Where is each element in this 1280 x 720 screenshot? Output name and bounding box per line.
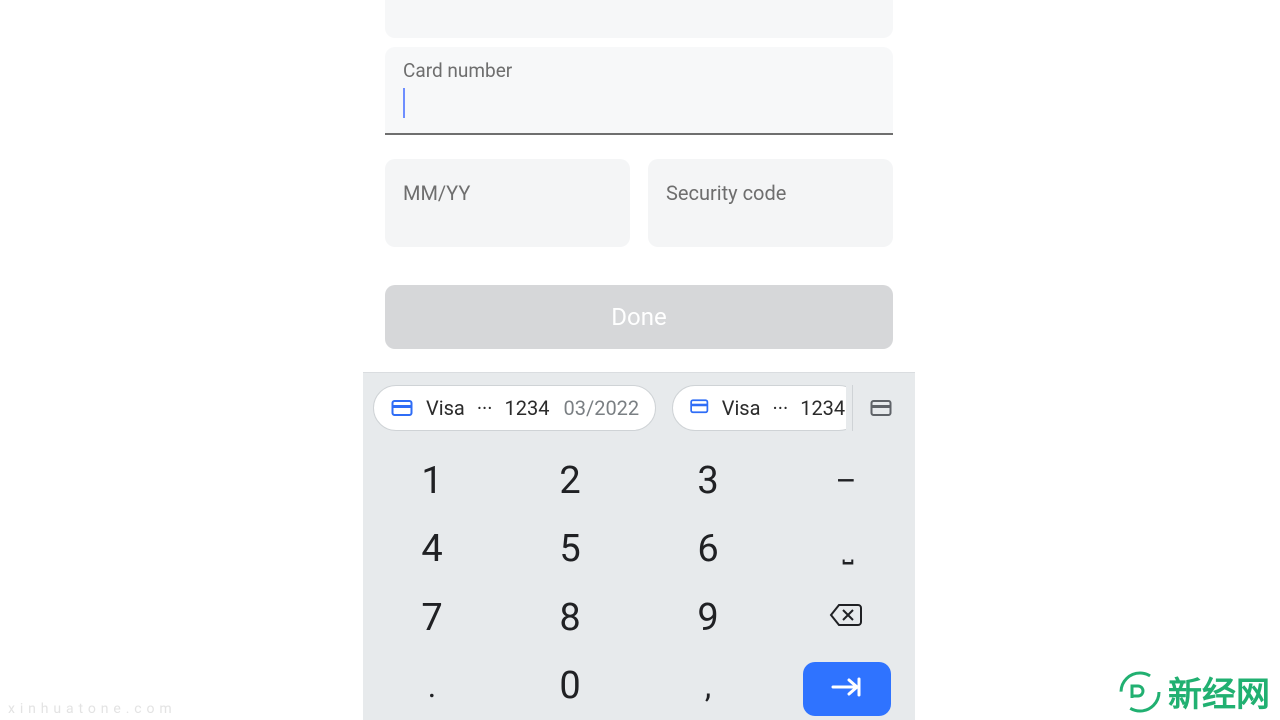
chip-expiry: 03/2022 bbox=[563, 396, 639, 420]
key-backspace[interactable] bbox=[777, 584, 915, 652]
chip-brand: Visa bbox=[426, 396, 465, 420]
key-9[interactable]: 9 bbox=[639, 584, 777, 652]
chip-last4: 1234 bbox=[505, 396, 550, 420]
done-button[interactable]: Done bbox=[385, 285, 893, 349]
watermark-logo-icon bbox=[1118, 670, 1162, 714]
autofill-strip: Visa ··· 1234 03/2022 Visa ··· 1234 bbox=[363, 378, 915, 438]
keyboard-card-settings-button[interactable] bbox=[857, 385, 905, 431]
space-bracket-icon: ⎵ bbox=[842, 532, 849, 566]
name-on-card-field[interactable] bbox=[385, 0, 893, 38]
key-period[interactable]: . bbox=[363, 652, 501, 720]
key-5[interactable]: 5 bbox=[501, 515, 639, 583]
key-go[interactable] bbox=[803, 662, 891, 716]
key-0[interactable]: 0 bbox=[501, 652, 639, 720]
chip-dots: ··· bbox=[477, 396, 493, 420]
text-caret bbox=[403, 88, 405, 118]
security-code-placeholder: Security code bbox=[666, 181, 786, 205]
card-number-label: Card number bbox=[403, 59, 875, 82]
key-7[interactable]: 7 bbox=[363, 584, 501, 652]
watermark-text: 新经网 bbox=[1168, 667, 1270, 716]
key-1[interactable]: 1 bbox=[363, 447, 501, 515]
credit-card-icon bbox=[869, 396, 893, 420]
key-space[interactable]: ⎵ bbox=[777, 515, 915, 583]
autofill-chip[interactable]: Visa ··· 1234 bbox=[672, 385, 846, 431]
key-dash[interactable]: – bbox=[777, 447, 915, 515]
key-2[interactable]: 2 bbox=[501, 447, 639, 515]
chip-dots: ··· bbox=[773, 396, 789, 420]
chip-brand: Visa bbox=[722, 396, 761, 420]
key-comma[interactable]: , bbox=[639, 652, 777, 720]
watermark-logo: 新经网 bbox=[1118, 667, 1270, 716]
done-label: Done bbox=[611, 303, 666, 331]
card-number-field[interactable]: Card number bbox=[385, 47, 893, 135]
credit-card-icon bbox=[689, 396, 710, 420]
credit-card-icon bbox=[390, 396, 414, 420]
security-code-field[interactable]: Security code bbox=[648, 159, 893, 247]
autofill-divider bbox=[852, 385, 853, 431]
key-3[interactable]: 3 bbox=[639, 447, 777, 515]
watermark-url: xinhuatone.com bbox=[8, 701, 177, 717]
expiry-field[interactable]: MM/YY bbox=[385, 159, 630, 247]
expiry-placeholder: MM/YY bbox=[403, 181, 470, 205]
key-6[interactable]: 6 bbox=[639, 515, 777, 583]
backspace-icon bbox=[828, 599, 864, 637]
key-4[interactable]: 4 bbox=[363, 515, 501, 583]
arrow-next-icon bbox=[829, 673, 865, 705]
keyboard: Visa ··· 1234 03/2022 Visa ··· 1234 bbox=[363, 372, 915, 720]
chip-last4: 1234 bbox=[800, 396, 845, 420]
autofill-chip[interactable]: Visa ··· 1234 03/2022 bbox=[373, 385, 656, 431]
key-8[interactable]: 8 bbox=[501, 584, 639, 652]
